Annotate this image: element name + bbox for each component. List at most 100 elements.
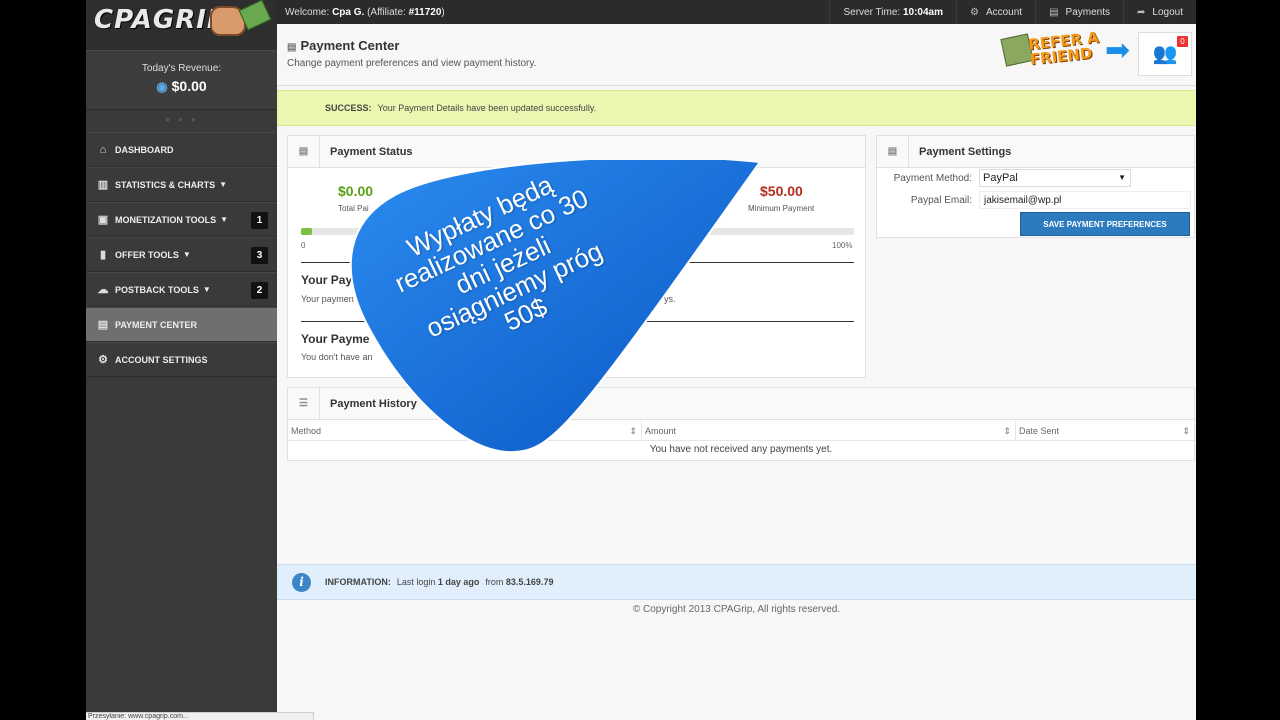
logout-label: Logout [1152,6,1183,18]
paypal-email-row: Paypal Email: jakisemail@wp.pl [877,191,1194,211]
top-bar: Welcome: Cpa G. (Affiliate: #11720) Serv… [277,0,1196,24]
referrals-button[interactable]: 👥 0 [1138,32,1192,76]
top-bar-actions: Server Time: 10:04am ⚙ Account ▤ Payments … [829,0,1196,24]
copyright-footer: © Copyright 2013 CPAGrip, All rights res… [632,604,841,615]
sort-icon: ⇕ [1182,426,1190,436]
server-time-label: Server Time: [843,6,901,18]
logo[interactable]: CPAGRIP [86,0,277,50]
column-header-date-sent[interactable]: Date Sent ⇕ [1016,421,1194,441]
account-link[interactable]: ⚙ Account [955,0,1035,24]
refer-line-2: FRIEND [1028,44,1094,69]
caret-down-icon: ▼ [182,250,191,259]
panel-title: Payment Status [330,145,413,158]
sidebar-item-postback-tools[interactable]: ☁ POSTBACK TOOLS ▼ 2 [86,272,277,307]
payment-method-row: Payment Method: PayPal ▼ [877,169,1194,189]
signal-icon: ◉ [156,79,168,94]
info-icon: i [292,573,311,592]
success-label: SUCCESS: [325,103,372,113]
group-users-icon: 👥 [1152,43,1178,65]
revenue-value-row: ◉ $0.00 [86,78,277,95]
home-icon: ⌂ [99,143,107,156]
affiliate-prefix: (Affiliate: [367,6,406,18]
annotation-callout: Wypłaty będą realizowane co 30 dni jeżel… [270,160,760,460]
last-login-ago: 1 day ago [437,577,480,587]
logout-link[interactable]: ➦ Logout [1123,0,1196,24]
info-from: from [485,577,504,587]
sidebar-item-label: MONETIZATION TOOLS [115,214,217,225]
info-label: INFORMATION: [325,577,391,587]
payment-settings-panel: ▤ Payment Settings Payment Method: PayPa… [876,135,1195,238]
success-alert: SUCCESS: Your Payment Details have been u… [277,90,1196,126]
save-payment-preferences-button[interactable]: SAVE PAYMENT PREFERENCES [1020,212,1190,236]
sidebar-item-label: PAYMENT CENTER [115,319,198,330]
sidebar-item-label: STATISTICS & CHARTS [115,179,216,190]
success-text: Your Payment Details have been updated s… [377,103,597,113]
sidebar-item-dashboard[interactable]: ⌂ DASHBOARD [86,132,277,167]
count-badge: 1 [251,212,268,229]
cloud-icon: ☁ [97,284,109,296]
referrals-count-badge: 0 [1177,36,1188,47]
account-label: Account [985,6,1023,18]
info-text: Last login [396,577,436,587]
payment-method-select[interactable]: PayPal ▼ [979,169,1131,187]
money-icon: ▤ [97,319,109,331]
welcome-text: Welcome: Cpa G. (Affiliate: #11720) [285,7,445,18]
panel-header: ▤ Payment Settings [877,135,1194,168]
money-icon: ▤ [877,135,909,168]
todays-revenue: Today's Revenue: ◉ $0.00 [86,50,277,110]
refer-a-friend-banner[interactable]: REFER A FRIEND ➡ [1000,28,1133,74]
server-time-value: 10:04am [902,6,943,18]
chevron-down-icon: ▼ [1118,173,1126,182]
arrow-right-icon: ➡ [1105,34,1131,67]
tools-icon: ▣ [97,214,109,226]
refer-text: REFER A FRIEND [1027,28,1101,69]
sort-icon: ⇕ [1003,426,1011,436]
money-icon: ▤ [1049,6,1059,18]
logout-arrow-icon: ➦ [1137,6,1146,18]
paypal-email-input[interactable]: jakisemail@wp.pl [979,191,1191,209]
minimum-payment-value: $50.00 [760,183,803,199]
welcome-prefix: Welcome: [285,6,330,18]
user-name: Cpa G. [332,6,365,18]
revenue-label: Today's Revenue: [141,63,222,74]
gear-icon: ⚙ [98,354,108,366]
count-badge: 2 [251,282,268,299]
caret-down-icon: ▼ [220,215,229,224]
sidebar-item-payment-center[interactable]: ▤ PAYMENT CENTER [86,307,277,342]
payment-method-value: PayPal [983,172,1018,184]
column-label: Date Sent [1019,426,1060,436]
browser-status-bar: Przesyłanie: www.cpagrip.com... [86,712,314,720]
caret-down-icon: ▼ [202,285,211,294]
bar-chart-icon: ▥ [97,179,109,191]
caret-down-icon: ▼ [219,180,228,189]
last-login-ip: 83.5.169.79 [505,577,554,587]
affiliate-suffix: ) [441,6,445,18]
sidebar-item-account-settings[interactable]: ⚙ ACCOUNT SETTINGS [86,342,277,377]
logo-text: CPAGRIP [94,5,227,35]
payment-method-label: Payment Method: [893,173,972,184]
paypal-email-label: Paypal Email: [910,195,972,206]
information-alert: i INFORMATION: Last login 1 day ago from 8… [277,564,1196,600]
payments-link[interactable]: ▤ Payments [1035,0,1123,24]
sidebar-item-label: OFFER TOOLS [115,249,179,260]
gear-icon: ⚙ [969,6,979,18]
sidebar-item-offer-tools[interactable]: ▮ OFFER TOOLS ▼ 3 [86,237,277,272]
page-title: ▤ Payment Center [287,38,399,53]
count-badge: 3 [251,247,268,264]
payments-label: Payments [1065,6,1111,18]
page-title-text: Payment Center [300,38,400,53]
sidebar: CPAGRIP Today's Revenue: ◉ $0.00 • • • ⌂ … [86,0,277,720]
briefcase-icon: ▮ [99,249,107,261]
progress-end-label: 100% [832,241,853,250]
affiliate-id: #11720 [408,6,442,18]
sidebar-item-label: POSTBACK TOOLS [115,284,199,295]
sidebar-item-monetization[interactable]: ▣ MONETIZATION TOOLS ▼ 1 [86,202,277,237]
page-subtitle: Change payment preferences and view paym… [287,58,537,69]
sidebar-collapse-handle[interactable]: • • • [86,110,277,132]
sidebar-item-label: ACCOUNT SETTINGS [115,354,208,365]
panel-title: Payment Settings [919,145,1012,158]
server-time: Server Time: 10:04am [829,0,956,24]
money-icon: ▤ [287,42,297,53]
revenue-value: $0.00 [171,78,207,94]
sidebar-item-statistics[interactable]: ▥ STATISTICS & CHARTS ▼ [86,167,277,202]
